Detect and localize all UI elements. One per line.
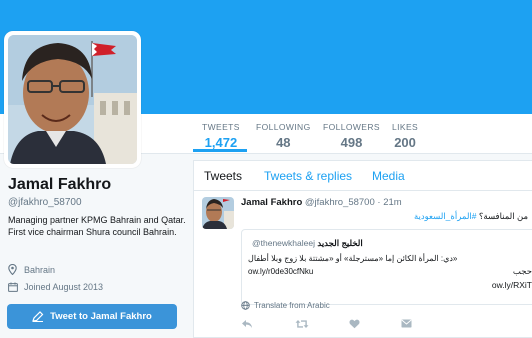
stat-tweets[interactable]: TWEETS 1,472 [202,122,240,150]
stat-likes[interactable]: LIKES 200 [392,122,418,150]
stat-following-label: FOLLOWING [256,122,311,132]
tab-media[interactable]: Media [372,169,405,183]
heart-icon[interactable] [349,319,360,329]
stat-tweets-value: 1,472 [204,135,238,150]
quoted-tweet-header: @thenewkhaleej الخليج الجديد [248,238,363,249]
tweet-author-handle[interactable]: @jfakhro_58700 [305,197,375,208]
profile-location-text: Bahrain [24,264,56,275]
timeline: Tweets Tweets & replies Media Jamal Fakh… [193,160,532,338]
quoted-tweet-handle: @thenewkhaleej [252,238,315,248]
profile-avatar-frame[interactable] [4,31,141,168]
retweet-icon[interactable] [295,319,309,329]
quoted-tweet-link1[interactable]: ow.ly/r0de30cfNku [248,267,313,276]
profile-joined-text: Joined August 2013 [24,282,104,292]
tweet-author-avatar[interactable] [202,197,234,229]
quoted-tweet-link2[interactable]: ow.ly/RXiT [492,280,532,290]
globe-icon [241,301,250,310]
stat-likes-value: 200 [394,135,416,150]
profile-avatar [8,35,137,164]
active-stat-indicator [193,149,247,152]
tweet-actions [241,319,441,333]
tweet-author-name[interactable]: Jamal Fakhro [241,197,302,208]
tweet-text: من المنافسة؟ #المرأة_السعودية [414,211,528,222]
profile-joined: Joined August 2013 [8,282,103,292]
stat-following-value: 48 [276,135,291,150]
map-pin-icon [8,264,20,275]
tweet-header: Jamal Fakhro @jfakhro_58700 · 21m [241,197,402,208]
quoted-tweet[interactable]: @thenewkhaleej الخليج الجديد دي: المرأة … [241,229,532,305]
tweet-to-button[interactable]: Tweet to Jamal Fakhro [7,304,177,329]
profile-location: Bahrain [8,264,55,275]
timeline-tabs: Tweets Tweets & replies Media [194,161,532,191]
translate-link[interactable]: Translate from Arabic [241,301,330,310]
tab-tweets-replies[interactable]: Tweets & replies [264,169,352,183]
tweet-time[interactable]: · 21m [377,197,401,208]
translate-label: Translate from Arabic [254,301,330,310]
tab-tweets[interactable]: Tweets [204,169,242,183]
stat-followers-label: FOLLOWERS [323,122,380,132]
quoted-tweet-prefix2: حجب [512,266,532,276]
envelope-icon[interactable] [401,319,412,328]
compose-icon [32,311,44,322]
calendar-icon [8,282,20,292]
tweet-to-button-label: Tweet to Jamal Fakhro [50,311,152,322]
profile-handle[interactable]: @jfakhro_58700 [8,197,82,208]
quoted-tweet-line1: دي: المرأة الكائن إما «مسترجلة» أو «مشتت… [248,254,458,263]
tweet-text-prefix: من المنافسة؟ [478,211,528,221]
stat-followers-value: 498 [340,135,363,150]
reply-icon[interactable] [241,319,253,329]
profile-bio: Managing partner KPMG Bahrain and Qatar.… [8,215,186,237]
stat-following[interactable]: FOLLOWING 48 [256,122,311,150]
stat-tweets-label: TWEETS [202,122,240,132]
quoted-tweet-author: الخليج الجديد [317,238,363,248]
stat-likes-label: LIKES [392,122,419,132]
profile-name: Jamal Fakhro [8,176,112,193]
tweet-hashtag[interactable]: #المرأة_السعودية [414,211,477,221]
stat-followers[interactable]: FOLLOWERS 498 [323,122,380,150]
